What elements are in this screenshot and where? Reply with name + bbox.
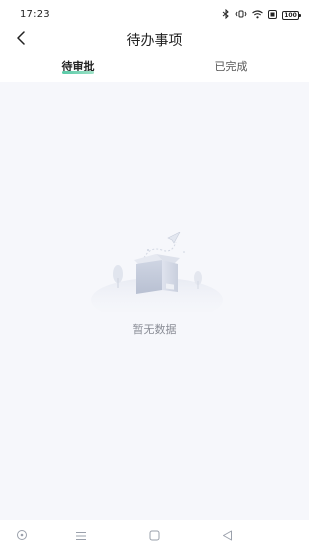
wifi-icon	[252, 9, 263, 22]
status-bar: 17:23 100	[0, 0, 309, 28]
home-nav-button[interactable]	[145, 526, 163, 544]
circle-nav-button[interactable]	[13, 526, 31, 544]
square-icon	[149, 526, 160, 545]
content-area: 暂无数据	[0, 82, 309, 520]
bluetooth-icon	[222, 8, 230, 22]
system-nav-bar	[0, 520, 309, 550]
tab-bar: 待审批 已完成	[0, 54, 309, 82]
menu-nav-button[interactable]	[72, 526, 90, 544]
status-time: 17:23	[20, 9, 50, 20]
tab-pending[interactable]: 待审批	[28, 54, 128, 82]
status-icons: 100	[222, 8, 301, 22]
page-title: 待办事项	[126, 33, 183, 49]
sim-icon	[268, 9, 277, 22]
empty-box-illustration	[84, 231, 230, 322]
tab-completed[interactable]: 已完成	[181, 54, 281, 82]
menu-icon	[75, 526, 87, 545]
triangle-back-icon	[222, 526, 233, 545]
circle-icon	[16, 526, 28, 545]
tab-active-indicator	[62, 71, 94, 74]
header: 待办事项	[0, 28, 309, 50]
empty-state-text: 暂无数据	[132, 323, 177, 336]
back-nav-button[interactable]	[218, 526, 236, 544]
vibrate-icon	[235, 9, 247, 22]
battery-icon: 100	[282, 11, 301, 20]
